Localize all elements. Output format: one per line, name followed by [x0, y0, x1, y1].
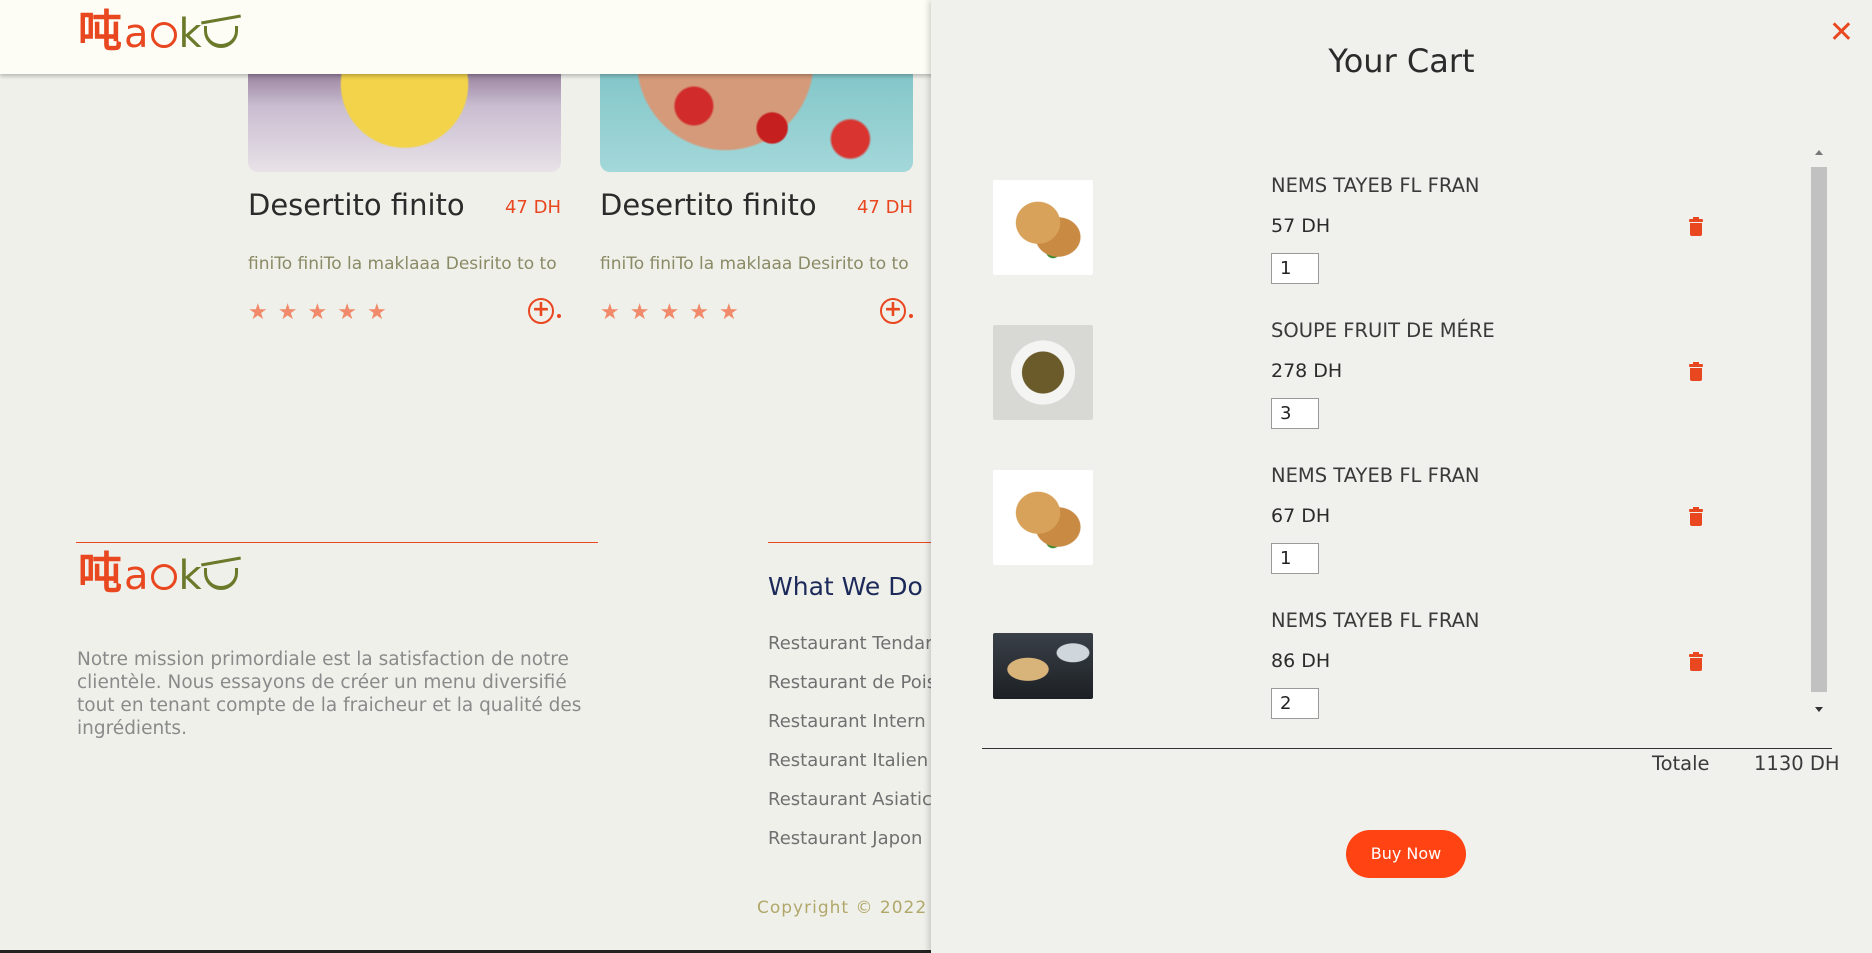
dot — [557, 314, 561, 318]
star-icon[interactable]: ★ — [248, 300, 268, 325]
cart-item-name: NEMS TAYEB FL FRAN — [1271, 609, 1480, 632]
add-to-cart-icon[interactable]: + — [880, 298, 906, 324]
star-icon[interactable]: ★ — [307, 300, 327, 325]
footer-logo[interactable]: 吨 a k — [78, 552, 238, 596]
footer-link[interactable]: Restaurant Japon — [768, 828, 936, 867]
dot — [909, 314, 913, 318]
what-we-do-list: Restaurant Tendar Restaurant de Pois Res… — [768, 633, 936, 867]
cart-item-price: 67 DH — [1271, 505, 1331, 527]
cart-item-image — [993, 633, 1093, 699]
star-icon[interactable]: ★ — [630, 300, 650, 325]
logo-glyph: 吨 — [78, 548, 122, 599]
cart-item-price: 86 DH — [1271, 650, 1331, 672]
star-icon[interactable]: ★ — [659, 300, 679, 325]
add-to-cart-icon[interactable]: + — [528, 298, 554, 324]
crab-icon — [150, 564, 177, 590]
total-value: 1130 DH — [1754, 752, 1840, 775]
crab-icon — [150, 22, 177, 48]
cart-item: SOUPE FRUIT DE MÉRE 278 DH — [993, 305, 1793, 450]
product-card: Desertito finito 47 DH finiTo finiTo la … — [600, 62, 913, 325]
trash-icon[interactable] — [1689, 507, 1703, 526]
cart-item-name: NEMS TAYEB FL FRAN — [1271, 464, 1480, 487]
product-image — [248, 62, 561, 172]
cart-panel: Your Cart ✕ NEMS TAYEB FL FRAN 57 DH SOU… — [931, 0, 1872, 953]
cart-scrollbar[interactable] — [1811, 150, 1827, 712]
quantity-input[interactable] — [1271, 543, 1319, 574]
footer-link[interactable]: Restaurant Asiatic — [768, 789, 936, 828]
total-label: Totale — [1652, 752, 1710, 775]
rating-stars: ★ ★ ★ ★ ★ — [600, 300, 739, 325]
cart-item: NEMS TAYEB FL FRAN 67 DH — [993, 450, 1793, 595]
product-image — [600, 62, 913, 172]
cart-item-name: SOUPE FRUIT DE MÉRE — [1271, 319, 1495, 342]
cart-item-image — [993, 180, 1093, 275]
star-icon[interactable]: ★ — [367, 300, 387, 325]
rating-stars: ★ ★ ★ ★ ★ — [248, 300, 387, 325]
star-icon[interactable]: ★ — [600, 300, 620, 325]
footer-link[interactable]: Restaurant Intern — [768, 711, 936, 750]
buy-now-button[interactable]: Buy Now — [1346, 830, 1466, 878]
cart-items: NEMS TAYEB FL FRAN 57 DH SOUPE FRUIT DE … — [993, 160, 1793, 740]
copyright: Copyright © 2022 b — [757, 898, 946, 918]
logo-glyph: 吨 — [78, 6, 122, 57]
footer-link[interactable]: Restaurant de Pois — [768, 672, 936, 711]
footer-link[interactable]: Restaurant Tendar — [768, 633, 936, 672]
product-price: 47 DH — [856, 197, 913, 218]
scroll-down-arrow-icon[interactable] — [1815, 707, 1823, 712]
quantity-input[interactable] — [1271, 253, 1319, 284]
cart-item-price: 57 DH — [1271, 215, 1331, 237]
star-icon[interactable]: ★ — [337, 300, 357, 325]
cart-title: Your Cart — [1328, 42, 1475, 80]
cart-item: NEMS TAYEB FL FRAN 57 DH — [993, 160, 1793, 305]
trash-icon[interactable] — [1689, 362, 1703, 381]
total-divider — [982, 748, 1832, 749]
cart-item-price: 278 DH — [1271, 360, 1343, 382]
cart-item: NEMS TAYEB FL FRAN 86 DH — [993, 595, 1793, 740]
footer-divider — [76, 542, 598, 543]
trash-icon[interactable] — [1689, 217, 1703, 236]
scroll-up-arrow-icon[interactable] — [1815, 150, 1823, 155]
product-card: Desertito finito 47 DH finiTo finiTo la … — [248, 62, 561, 325]
trash-icon[interactable] — [1689, 652, 1703, 671]
logo-letter-k: k — [178, 11, 202, 57]
mission-text: Notre mission primordiale est la satisfa… — [77, 649, 582, 739]
footer-link[interactable]: Restaurant Italien — [768, 750, 936, 789]
star-icon[interactable]: ★ — [278, 300, 298, 325]
star-icon[interactable]: ★ — [689, 300, 709, 325]
cart-item-image — [993, 470, 1093, 565]
close-icon[interactable]: ✕ — [1829, 18, 1854, 48]
product-price: 47 DH — [504, 197, 561, 218]
what-we-do-heading: What We Do — [768, 572, 923, 601]
quantity-input[interactable] — [1271, 688, 1319, 719]
logo-letter-a: a — [124, 11, 149, 57]
logo-letter-a: a — [124, 553, 149, 599]
scrollbar-thumb[interactable] — [1811, 167, 1827, 692]
product-title: Desertito finito — [600, 188, 817, 222]
logo[interactable]: 吨 a k — [78, 10, 238, 54]
product-description: finiTo finiTo la maklaaa Desirito to to — [248, 254, 557, 274]
cart-item-name: NEMS TAYEB FL FRAN — [1271, 174, 1480, 197]
quantity-input[interactable] — [1271, 398, 1319, 429]
product-title: Desertito finito — [248, 188, 465, 222]
cart-item-image — [993, 325, 1093, 420]
product-description: finiTo finiTo la maklaaa Desirito to to — [600, 254, 909, 274]
bowl-icon — [203, 568, 238, 590]
bowl-icon — [203, 26, 238, 48]
star-icon[interactable]: ★ — [719, 300, 739, 325]
logo-letter-k: k — [178, 553, 202, 599]
